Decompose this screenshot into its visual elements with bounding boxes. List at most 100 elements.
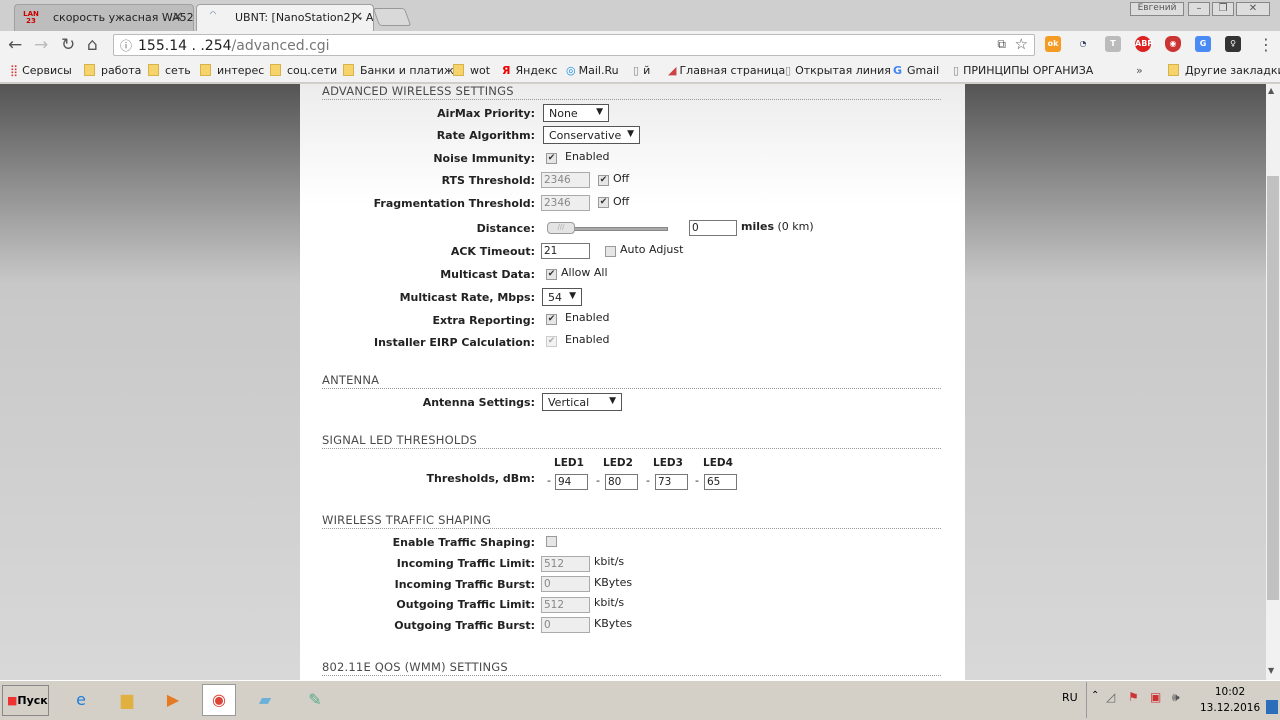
clock-date[interactable]: 13.12.2016 (1200, 702, 1260, 714)
bookmark-folder[interactable]: соц.сети (270, 64, 337, 77)
google-translate-icon[interactable]: G (1195, 36, 1211, 52)
back-icon[interactable]: ← (8, 35, 22, 55)
incoming-burst-unit: KBytes (594, 576, 633, 589)
menu-icon[interactable]: ⋮ (1258, 35, 1274, 54)
eirp-checkbox[interactable]: ✔ (546, 336, 557, 347)
bookmark-folder[interactable]: работа (84, 64, 141, 77)
chrome-icon[interactable]: ◉ (202, 684, 236, 716)
dropdown-arrow-icon: ▼ (569, 291, 576, 301)
auto-adjust-checkbox[interactable] (605, 246, 616, 257)
auto-adjust-text: Auto Adjust (620, 243, 684, 256)
frag-off-checkbox[interactable]: ✔ (598, 197, 609, 208)
led3-input[interactable]: 73 (655, 474, 688, 490)
home-icon[interactable]: ⌂ (87, 35, 98, 55)
led1-input[interactable]: 94 (555, 474, 588, 490)
scroll-up-icon[interactable]: ▲ (1268, 86, 1274, 95)
incoming-limit-unit: kbit/s (594, 555, 625, 568)
lan-favicon-icon: LAN 23 (23, 10, 39, 25)
clock-time[interactable]: 10:02 (1210, 686, 1250, 698)
odnoklassniki-icon[interactable]: ok (1045, 36, 1061, 52)
distance-slider-handle[interactable]: /// (547, 222, 575, 234)
noise-immunity-label: Noise Immunity: (433, 152, 535, 165)
rts-threshold-input[interactable]: 2346 (541, 172, 590, 188)
restore-icon[interactable]: ❐ (1212, 2, 1234, 16)
language-indicator[interactable]: RU (1062, 691, 1078, 704)
bookmark-folder[interactable]: wot (453, 64, 490, 77)
show-desktop-button[interactable] (1266, 700, 1278, 714)
led2-input[interactable]: 80 (605, 474, 638, 490)
bookmark-star-icon[interactable]: ☆ (1015, 35, 1028, 53)
scrollbar-thumb[interactable] (1267, 176, 1279, 600)
enable-shaping-checkbox[interactable] (546, 536, 557, 547)
bookmarks-overflow[interactable]: » (1136, 64, 1143, 77)
noise-immunity-checkbox[interactable]: ✔ (546, 153, 557, 164)
other-bookmarks[interactable]: Другие закладки (1168, 64, 1280, 77)
distance-input[interactable]: 0 (689, 220, 737, 236)
notepad-icon[interactable]: ▰ (248, 684, 282, 716)
eirp-label: Installer EIRP Calculation: (373, 336, 535, 349)
close-window-icon[interactable]: ✕ (1236, 2, 1270, 16)
ie-icon[interactable]: e (64, 684, 98, 716)
media-player-icon[interactable]: ▶ (156, 684, 190, 716)
adblock-icon[interactable]: ABP (1135, 36, 1153, 52)
bookmark-folder[interactable]: Банки и платижи (343, 64, 461, 77)
rate-algorithm-label: Rate Algorithm: (436, 129, 535, 142)
translate-icon[interactable]: ⧉ (997, 37, 1006, 52)
bookmark-apps[interactable]: ⣿ Сервисы (10, 64, 72, 77)
tray-expand-icon[interactable]: ⌃ (1091, 690, 1099, 701)
dark-extension-icon[interactable]: ♀ (1225, 36, 1241, 52)
profile-button[interactable]: Евгений (1130, 2, 1184, 16)
antenna-settings-select[interactable]: Vertical ▼ (542, 393, 622, 411)
rate-algorithm-select[interactable]: Conservative ▼ (543, 126, 640, 144)
bookmark-mailru[interactable]: ◎ Mail.Ru (566, 64, 619, 77)
bookmark-page[interactable]: ▯ й (633, 64, 650, 77)
led4-input[interactable]: 65 (704, 474, 737, 490)
incoming-burst-label: Incoming Traffic Burst: (394, 578, 535, 591)
bookmark-folder[interactable]: сеть (148, 64, 191, 77)
extension-icon[interactable]: ◔ (1075, 36, 1091, 52)
airmax-select[interactable]: None ▼ (543, 104, 609, 122)
action-center-icon[interactable]: ⚑ (1128, 690, 1139, 704)
security-icon[interactable]: ▣ (1150, 690, 1161, 704)
shield-extension-icon[interactable]: ◉ (1165, 36, 1181, 52)
forward-icon[interactable]: → (34, 35, 48, 55)
distance-km: (0 km) (777, 220, 814, 233)
t-extension-icon[interactable]: T (1105, 36, 1121, 52)
multicast-data-checkbox[interactable]: ✔ (546, 269, 557, 280)
minimize-icon[interactable]: – (1188, 2, 1210, 16)
rts-off-checkbox[interactable]: ✔ (598, 175, 609, 186)
tab-forum[interactable]: LAN 23 скорость ужасная WA521 ✕ (14, 4, 194, 31)
volume-icon[interactable]: 🕪 (1172, 690, 1180, 705)
bookmark-folder[interactable]: интерес (200, 64, 264, 77)
antenna-settings-label: Antenna Settings: (422, 396, 535, 409)
outgoing-burst-input[interactable]: 0 (541, 617, 590, 633)
bookmark-main[interactable]: ◢ Главная страница (668, 64, 785, 77)
frag-threshold-input[interactable]: 2346 (541, 195, 590, 211)
close-tab-icon[interactable]: ✕ (352, 10, 363, 25)
bookmark-gmail[interactable]: G Gmail (893, 64, 939, 77)
minus-sign: - (695, 474, 699, 487)
tab-ubnt[interactable]: ◠ UBNT: [NanoStation2] - Ad ✕ (196, 4, 374, 31)
outgoing-limit-input[interactable]: 512 (541, 597, 590, 613)
taskbar (0, 680, 1280, 720)
incoming-limit-input[interactable]: 512 (541, 556, 590, 572)
paint-icon[interactable]: ✎ (298, 684, 332, 716)
start-button[interactable]: ■Пуск (2, 685, 49, 716)
reload-icon[interactable]: ↻ (61, 35, 75, 55)
ack-timeout-input[interactable]: 21 (541, 243, 590, 259)
incoming-burst-input[interactable]: 0 (541, 576, 590, 592)
ack-timeout-label: ACK Timeout: (450, 245, 535, 258)
extra-reporting-checkbox[interactable]: ✔ (546, 314, 557, 325)
bookmark-page[interactable]: ▯ ПРИНЦИПЫ ОРГАНИЗА (953, 64, 1093, 77)
bookmark-page[interactable]: ▯ Открытая линия (785, 64, 891, 77)
section-signal-led: SIGNAL LED THRESHOLDS (322, 433, 941, 449)
new-tab-button[interactable] (372, 8, 412, 26)
explorer-icon[interactable]: ▆ (110, 684, 144, 716)
address-bar[interactable]: ⓘ 155.14 . .254/advanced.cgi ⧉ ☆ (113, 34, 1035, 56)
scroll-down-icon[interactable]: ▼ (1268, 666, 1274, 675)
section-traffic-shaping: WIRELESS TRAFFIC SHAPING (322, 513, 941, 529)
network-icon[interactable]: ◿ (1106, 690, 1115, 704)
close-tab-icon[interactable]: ✕ (172, 10, 183, 25)
multicast-rate-select[interactable]: 54 ▼ (542, 288, 582, 306)
bookmark-yandex[interactable]: Я Яндекс (502, 64, 557, 77)
